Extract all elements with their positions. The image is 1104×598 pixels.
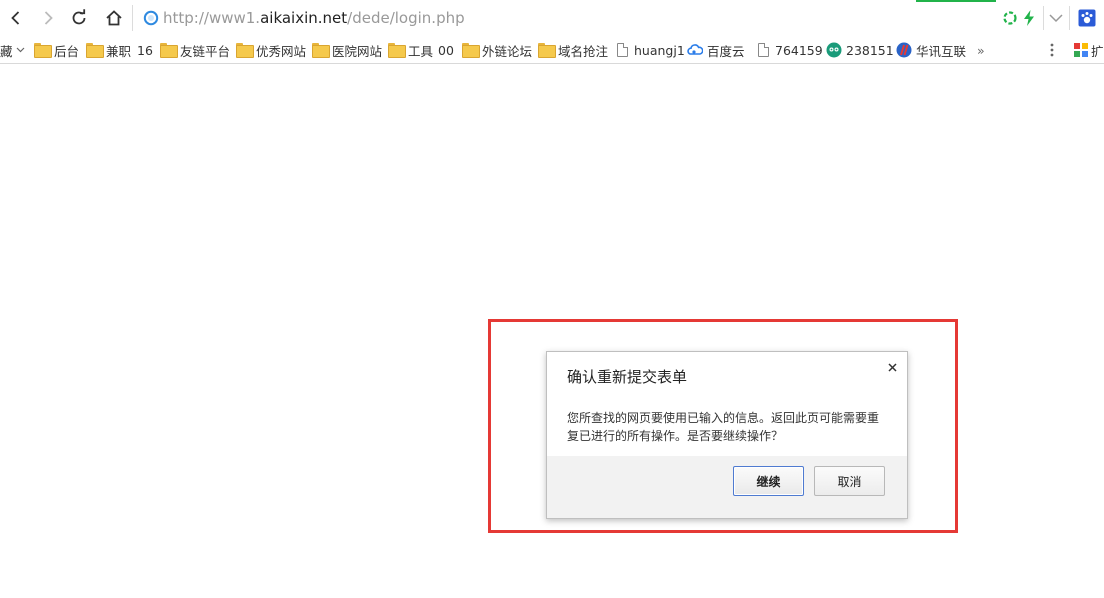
- paw-extension-button[interactable]: [1078, 8, 1096, 28]
- baidu-cloud-icon: [687, 44, 703, 55]
- bookmark-label: huangj1: [634, 42, 685, 58]
- bookmark-label: 域名抢注: [558, 43, 609, 59]
- continue-button[interactable]: 继续: [733, 466, 804, 496]
- more-menu-button[interactable]: [1050, 40, 1054, 60]
- folder-icon: [538, 43, 556, 58]
- speed-mode-button[interactable]: [1002, 8, 1018, 28]
- chevron-down-icon: [1049, 14, 1063, 23]
- bookmark-label: 百度云: [707, 43, 745, 59]
- lightning-button[interactable]: [1022, 8, 1036, 28]
- folder-icon: [236, 43, 254, 58]
- site-logo-icon: [826, 42, 842, 58]
- bookmark-folder[interactable]: 兼职: [86, 40, 131, 60]
- bookmark-item[interactable]: 16: [137, 40, 153, 60]
- bookmark-folder[interactable]: 域名抢注: [538, 40, 608, 60]
- back-arrow-icon: [11, 11, 20, 25]
- folder-icon: [86, 43, 104, 58]
- cancel-button[interactable]: 取消: [814, 466, 885, 496]
- bookmark-folder[interactable]: 后台: [34, 40, 79, 60]
- bookmark-label: 后台: [54, 43, 80, 59]
- bookmark-page[interactable]: huangj1: [615, 40, 685, 60]
- reload-button[interactable]: [67, 6, 91, 30]
- extensions-button[interactable]: 扩: [1073, 40, 1104, 60]
- close-button[interactable]: [885, 360, 899, 374]
- url-text: http://www1.aikaixin.net/dede/login.php: [163, 9, 465, 27]
- close-icon: [887, 362, 897, 372]
- forward-arrow-icon: [44, 11, 53, 25]
- paw-icon: [1078, 9, 1096, 27]
- home-icon: [106, 10, 122, 26]
- folder-icon: [34, 43, 52, 58]
- apps-grid-icon: [1074, 43, 1088, 57]
- chevron-down-icon: [16, 47, 24, 53]
- bookmarks-overflow-button[interactable]: »: [977, 40, 985, 60]
- bookmark-site[interactable]: 百度云: [687, 40, 745, 60]
- bookmark-label: 兼职: [106, 43, 132, 59]
- bookmark-folder[interactable]: 外链论坛: [462, 40, 532, 60]
- compat-mode-icon: [1003, 11, 1017, 25]
- dialog-message: 您所查找的网页要使用已输入的信息。返回此页可能需要重复已进行的所有操作。是否要继…: [567, 411, 880, 443]
- bookmark-label: 医院网站: [332, 43, 383, 59]
- bookmark-folder[interactable]: 医院网站: [312, 40, 382, 60]
- bookmark-site[interactable]: 238151: [826, 40, 894, 60]
- toolbar-separator: [1043, 6, 1044, 30]
- bookmarks-menu-label: 藏: [0, 43, 13, 59]
- folder-icon: [388, 43, 406, 58]
- back-button[interactable]: [4, 6, 28, 30]
- folder-icon: [462, 43, 480, 58]
- confirm-resubmission-dialog: 确认重新提交表单 您所查找的网页要使用已输入的信息。返回此页可能需要重复已进行的…: [546, 351, 908, 519]
- lightning-icon: [1024, 10, 1034, 26]
- loading-progress-line: [916, 0, 996, 2]
- browser-toolbar: http://www1.aikaixin.net/dede/login.php: [0, 0, 1104, 36]
- toolbar-separator: [1069, 6, 1070, 30]
- site-info-icon: [143, 10, 159, 26]
- bookmark-site[interactable]: 华讯互联: [896, 40, 966, 60]
- bookmark-page[interactable]: 764159: [756, 40, 823, 60]
- reload-icon: [72, 9, 86, 25]
- folder-icon: [312, 43, 330, 58]
- bookmark-label: 00: [438, 42, 454, 58]
- bookmark-label: 238151: [846, 42, 894, 58]
- bookmark-label: 764159: [775, 42, 823, 58]
- bookmark-label: 华讯互联: [916, 43, 967, 59]
- kebab-menu-icon: [1050, 43, 1054, 57]
- dialog-title: 确认重新提交表单: [567, 368, 688, 386]
- address-bar[interactable]: http://www1.aikaixin.net/dede/login.php: [132, 5, 994, 31]
- bookmark-folder[interactable]: 优秀网站: [236, 40, 306, 60]
- bookmark-label: 优秀网站: [256, 43, 307, 59]
- bookmark-folder[interactable]: 工具: [388, 40, 433, 60]
- address-dropdown-button[interactable]: [1048, 8, 1064, 28]
- page-icon: [617, 43, 628, 57]
- bookmark-label: 工具: [408, 43, 434, 59]
- bookmarks-bar: 藏 后台 兼职 16 友链平台 优秀网站 医院网站 工具 00 外链论坛 域名抢…: [0, 36, 1104, 64]
- overflow-chevron-icon: »: [977, 42, 985, 58]
- huaxun-icon: [896, 42, 912, 58]
- folder-icon: [160, 43, 178, 58]
- forward-button[interactable]: [36, 6, 60, 30]
- bookmark-item[interactable]: 00: [438, 40, 454, 60]
- bookmark-label: 16: [137, 42, 153, 58]
- bookmark-label: 友链平台: [180, 43, 231, 59]
- bookmarks-menu-button[interactable]: 藏: [0, 40, 25, 60]
- bookmark-folder[interactable]: 友链平台: [160, 40, 230, 60]
- bookmark-label: 外链论坛: [482, 43, 533, 59]
- home-button[interactable]: [102, 6, 126, 30]
- page-icon: [758, 43, 769, 57]
- extensions-label: 扩: [1091, 43, 1104, 59]
